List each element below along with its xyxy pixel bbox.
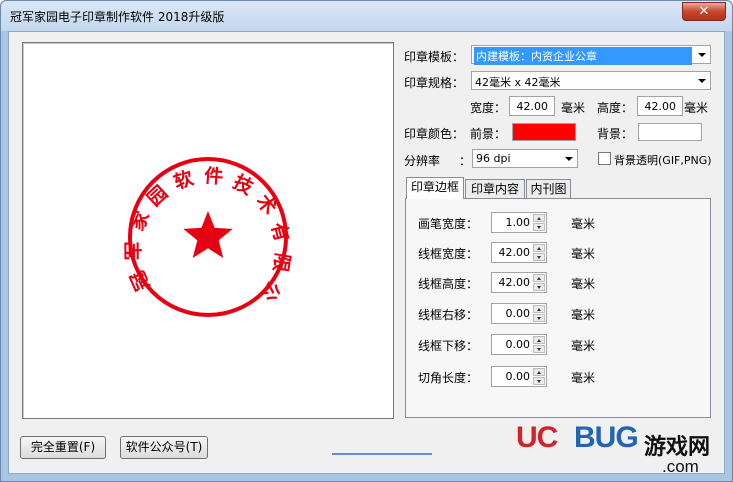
spin-up-icon[interactable]: [533, 214, 545, 222]
app-window: 冠军家园电子印章制作软件 2018升级版 ✕ 冠军家园软件技术有限公司 印章模板…: [0, 0, 733, 482]
wechat-account-button[interactable]: 软件公众号(T): [120, 436, 208, 459]
tab-inner-image[interactable]: 内刊图: [526, 179, 571, 199]
template-label: 印章模板：: [404, 50, 465, 64]
height-input[interactable]: 42.00: [637, 96, 683, 116]
window-title: 冠军家园电子印章制作软件 2018升级版: [10, 10, 225, 24]
color-label: 印章颜色：: [404, 127, 465, 141]
reset-button[interactable]: 完全重置(F): [20, 436, 106, 459]
frame-height-spinner[interactable]: 42.00: [491, 272, 547, 293]
pen-width-spinner[interactable]: 1.00: [491, 212, 547, 233]
spin-down-icon[interactable]: [533, 223, 545, 231]
frame-right-offset-label: 线框右移：: [418, 308, 479, 322]
pen-width-value: 1.00: [505, 216, 531, 229]
chevron-down-icon: [565, 157, 573, 161]
close-button[interactable]: ✕: [682, 2, 726, 21]
spin-down-icon[interactable]: [533, 283, 545, 291]
width-input[interactable]: 42.00: [509, 96, 555, 116]
frame-width-label: 线框宽度：: [418, 247, 479, 261]
spin-down-icon[interactable]: [533, 314, 545, 322]
height-label: 高度：: [597, 101, 634, 115]
frame-height-label: 线框高度：: [418, 277, 479, 291]
seal-graphic: 冠军家园软件技术有限公司: [23, 43, 294, 317]
pen-width-unit: 毫米: [571, 217, 596, 231]
corner-length-label: 切角长度：: [418, 371, 479, 385]
spin-up-icon[interactable]: [533, 244, 545, 252]
template-value: 内建模板：内资企业公章: [474, 47, 692, 65]
spin-up-icon[interactable]: [533, 368, 545, 376]
spec-value: 42毫米 x 42毫米: [475, 76, 561, 89]
frame-height-unit: 毫米: [571, 277, 596, 291]
spec-label: 印章规格：: [404, 76, 465, 90]
frame-right-offset-spinner[interactable]: 0.00: [491, 303, 547, 324]
background-label: 背景：: [597, 127, 634, 141]
spin-up-icon[interactable]: [533, 274, 545, 282]
transparent-checkbox[interactable]: [598, 152, 611, 165]
width-label: 宽度：: [470, 101, 507, 115]
corner-length-unit: 毫米: [571, 371, 596, 385]
chevron-down-icon: [698, 53, 706, 57]
spin-down-icon[interactable]: [533, 345, 545, 353]
frame-width-spinner[interactable]: 42.00: [491, 242, 547, 263]
corner-length-value: 0.00: [505, 370, 531, 383]
corner-length-spinner[interactable]: 0.00: [491, 366, 547, 387]
tab-content[interactable]: 印章内容: [465, 179, 525, 199]
transparent-label: 背景透明(GIF,PNG): [614, 154, 712, 167]
resolution-select[interactable]: 96 dpi: [472, 149, 578, 168]
foreground-label: 前景：: [470, 127, 507, 141]
frame-height-value: 42.00: [498, 276, 531, 289]
frame-right-offset-unit: 毫米: [571, 308, 596, 322]
width-unit: 毫米: [561, 101, 586, 115]
frame-right-offset-value: 0.00: [505, 307, 531, 320]
spin-down-icon[interactable]: [533, 253, 545, 261]
watermark-bug: BUG: [574, 421, 639, 454]
spin-up-icon[interactable]: [533, 336, 545, 344]
resolution-label: 分辨率: [404, 154, 441, 168]
resolution-colon: ：: [459, 154, 472, 168]
pen-width-label: 画笔宽度：: [418, 217, 479, 231]
frame-width-value: 42.00: [498, 246, 531, 259]
main-panel: 冠军家园软件技术有限公司 印章模板： 内建模板：内资企业公章 印章规格： 42毫…: [8, 31, 725, 474]
template-select[interactable]: 内建模板：内资企业公章: [471, 45, 711, 65]
frame-width-unit: 毫米: [571, 247, 596, 261]
seal-preview: 冠军家园软件技术有限公司: [22, 42, 394, 419]
watermark-com: .com: [662, 457, 699, 476]
frame-down-offset-spinner[interactable]: 0.00: [491, 334, 547, 355]
spin-down-icon[interactable]: [533, 377, 545, 385]
watermark-uc: UC: [516, 421, 558, 454]
seal-star: [183, 211, 233, 258]
spin-up-icon[interactable]: [533, 305, 545, 313]
frame-down-offset-unit: 毫米: [571, 339, 596, 353]
background-color-swatch[interactable]: [638, 123, 702, 141]
spec-select[interactable]: 42毫米 x 42毫米: [471, 71, 711, 90]
status-progress-line: [332, 453, 432, 455]
foreground-color-swatch[interactable]: [512, 123, 576, 141]
frame-down-offset-value: 0.00: [505, 338, 531, 351]
height-unit: 毫米: [684, 101, 709, 115]
resolution-value: 96 dpi: [476, 152, 511, 165]
title-bar: 冠军家园电子印章制作软件 2018升级版 ✕: [1, 1, 732, 31]
tab-border[interactable]: 印章边框: [406, 177, 464, 199]
frame-down-offset-label: 线框下移：: [418, 339, 479, 353]
ucbug-watermark-logo: UC BUG 游戏网 .com: [516, 421, 726, 477]
chevron-down-icon: [698, 79, 706, 83]
